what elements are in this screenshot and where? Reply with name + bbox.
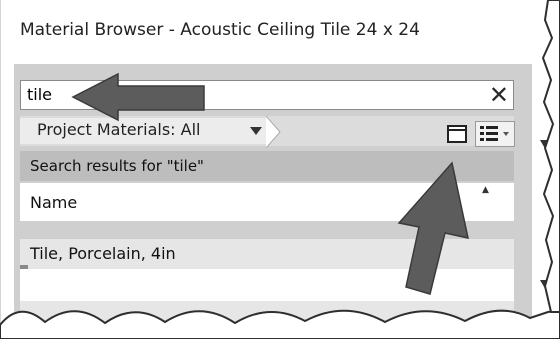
breadcrumb-chevron-icon	[266, 116, 281, 148]
search-box[interactable]: tile ✕	[20, 80, 514, 110]
torn-edge-right	[541, 0, 560, 313]
close-icon[interactable]: ✕	[489, 80, 509, 110]
project-materials-dropdown[interactable]: Project Materials: All	[20, 116, 281, 148]
search-results-label: Search results for "tile"	[30, 157, 204, 175]
window-title: Material Browser - Acoustic Ceiling Tile…	[20, 20, 420, 40]
list-item[interactable]	[20, 269, 514, 301]
list-item[interactable]: Tile, Porcelain, 4in	[20, 239, 514, 269]
toolbar: Project Materials: All	[20, 116, 514, 148]
panel-view-icon[interactable]	[447, 125, 467, 143]
expand-arrow-icon[interactable]	[540, 276, 554, 294]
search-input[interactable]: tile	[27, 85, 52, 104]
sort-up-icon: ▲	[482, 185, 489, 195]
search-results-bar: Search results for "tile"	[20, 151, 514, 181]
caret-down-icon	[250, 127, 262, 135]
list-item[interactable]	[20, 301, 514, 339]
column-header-name[interactable]: Name	[30, 193, 77, 212]
list-header[interactable]: Name	[20, 183, 514, 221]
list-item-label: Tile, Porcelain, 4in	[30, 244, 176, 263]
list-view-icon[interactable]	[475, 121, 515, 147]
expand-arrow-icon[interactable]	[540, 136, 554, 154]
dropdown-label: Project Materials: All	[37, 120, 201, 139]
